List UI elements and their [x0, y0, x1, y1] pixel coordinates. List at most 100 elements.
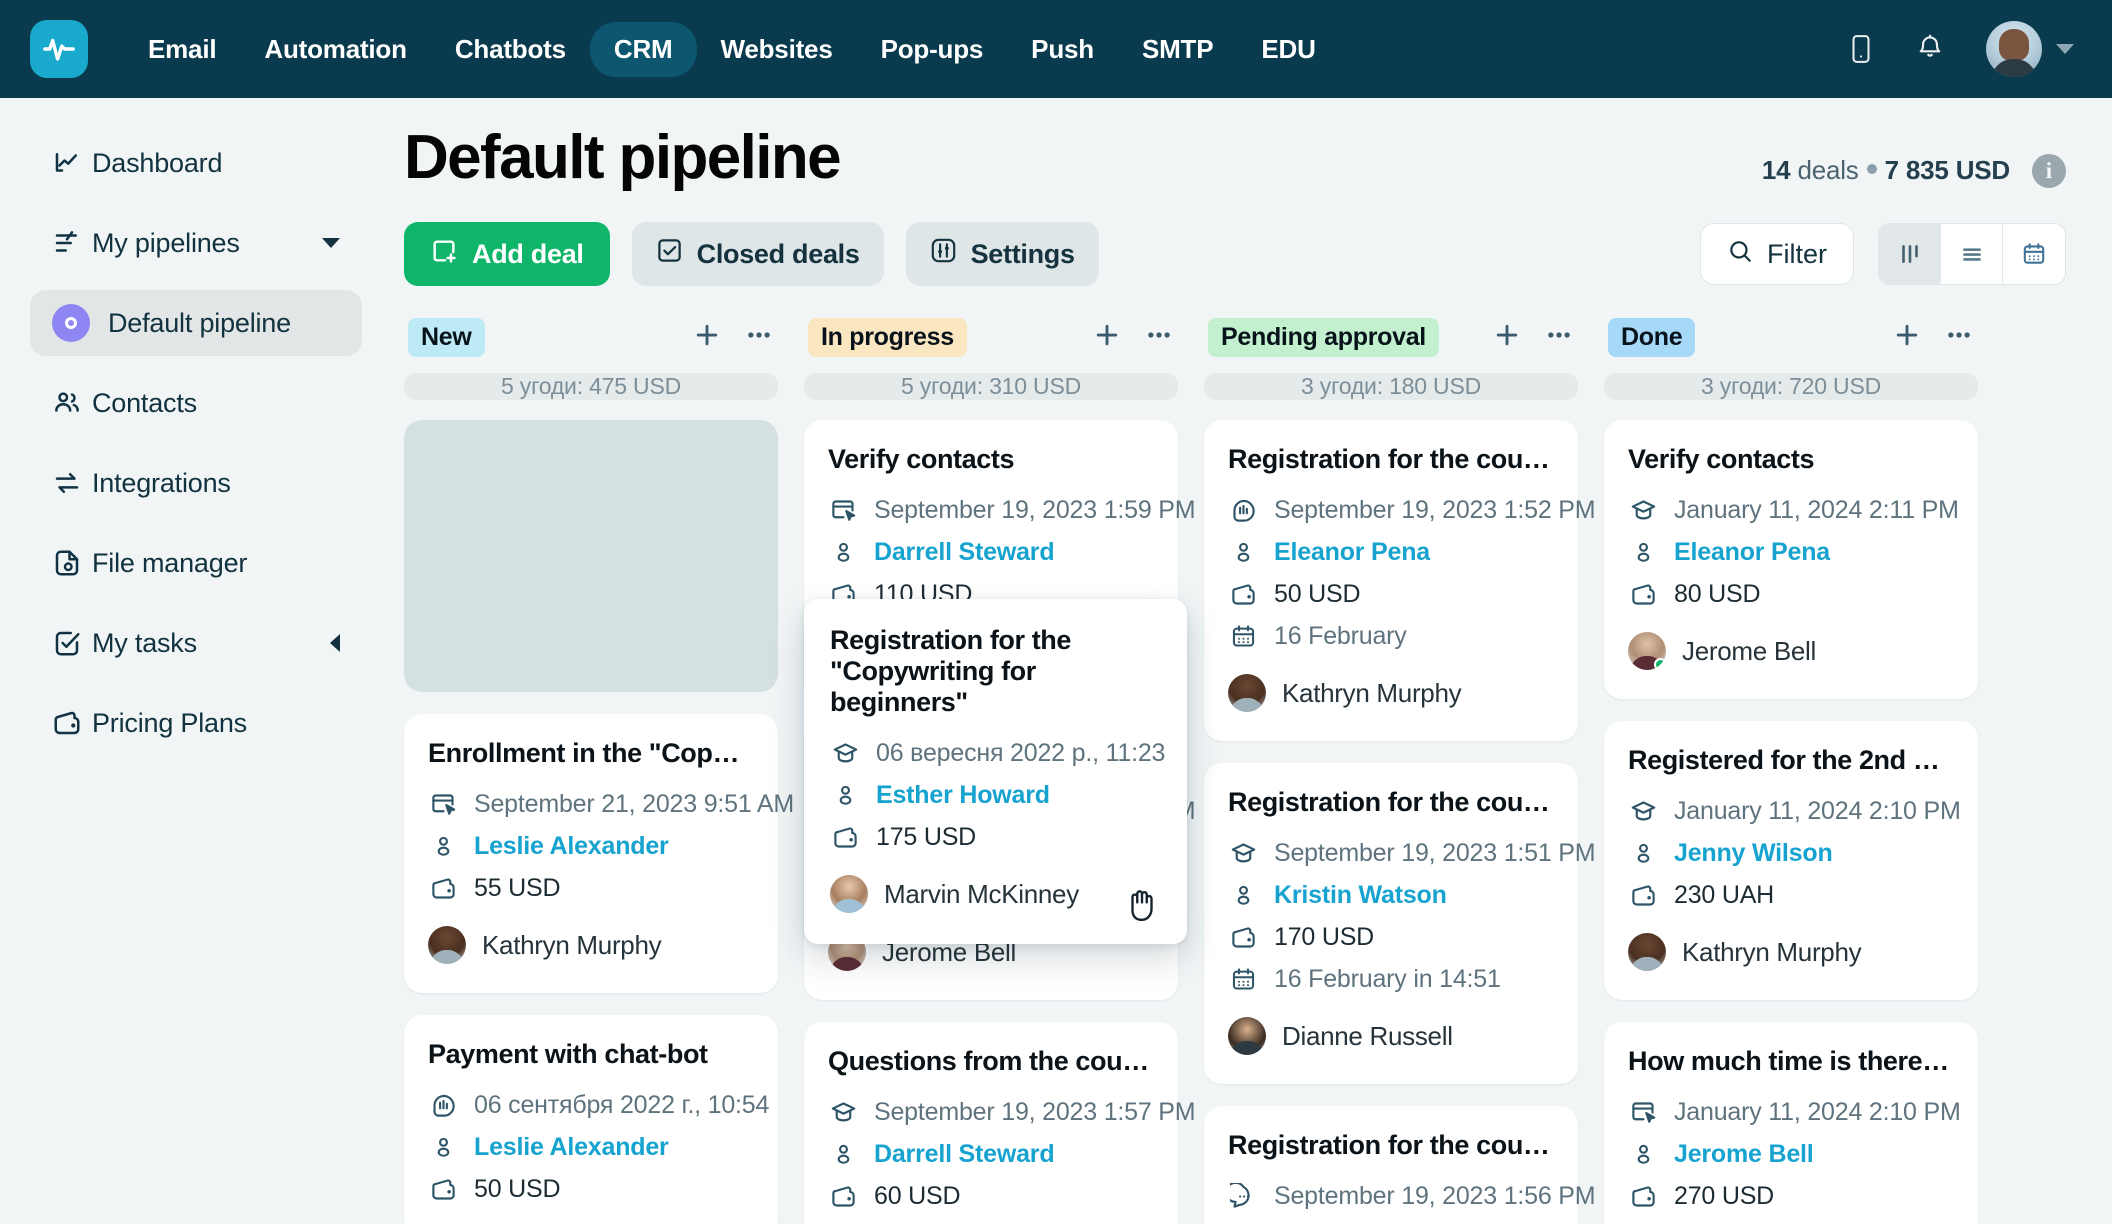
- column-name-badge[interactable]: In progress: [808, 318, 967, 358]
- deal-card[interactable]: Enrollment in the "Copywri… September 21,…: [404, 714, 794, 994]
- file-manager-icon: [52, 548, 92, 578]
- deal-card[interactable]: Registration for the course September 19,…: [1204, 1106, 1596, 1224]
- mobile-phone-icon[interactable]: [1848, 34, 1874, 64]
- nav-item-edu[interactable]: EDU: [1237, 22, 1339, 77]
- sidebar-item-dashboard[interactable]: Dashboard: [30, 130, 362, 196]
- deal-card[interactable]: Payment with chat-bot 06 сентября 2022 г.…: [404, 1015, 778, 1224]
- sidebar-item-my-pipelines[interactable]: My pipelines: [30, 210, 362, 276]
- nav-item-push[interactable]: Push: [1007, 22, 1118, 77]
- plus-icon[interactable]: [1492, 320, 1522, 355]
- nav-item-websites[interactable]: Websites: [697, 22, 857, 77]
- column-name-badge[interactable]: Pending approval: [1208, 318, 1439, 358]
- sidebar-item-label: Dashboard: [92, 147, 223, 178]
- deals-amount: 7 835 USD: [1884, 154, 2011, 185]
- card-date: September 19, 2023 1:59 PM: [874, 495, 1196, 524]
- card-contact-row[interactable]: Kristin Watson: [1228, 874, 1554, 916]
- sidebar-item-file-manager[interactable]: File manager: [30, 530, 362, 596]
- card-contact-row[interactable]: Jerome Bell: [1628, 1133, 1954, 1175]
- nav-item-chatbots[interactable]: Chatbots: [431, 22, 590, 77]
- avatar[interactable]: [1986, 21, 2042, 77]
- card-amount: 270 USD: [1674, 1181, 1775, 1210]
- online-status-dot: [1654, 658, 1666, 671]
- card-contact[interactable]: Eleanor Pena: [1674, 538, 1830, 567]
- card-contact-row[interactable]: Darrell Steward: [828, 531, 1154, 573]
- more-horizontal-icon[interactable]: [1544, 320, 1574, 355]
- deal-card[interactable]: Questions from the course September 19, 2…: [804, 1022, 1196, 1224]
- account-menu[interactable]: [1986, 21, 2074, 77]
- chevron-down-icon[interactable]: [322, 238, 340, 248]
- card-contact[interactable]: Jerome Bell: [1674, 1140, 1814, 1169]
- sidebar-item-my-tasks[interactable]: My tasks: [30, 610, 362, 676]
- card-contact-row[interactable]: Eleanor Pena: [1628, 531, 1954, 573]
- card-contact-row[interactable]: Eleanor Pena: [1228, 531, 1554, 573]
- card-date-row: January 11, 2024 2:10 PM: [1628, 1091, 1961, 1133]
- person-icon: [1228, 540, 1258, 565]
- integrations-icon: [52, 468, 92, 498]
- card-title: Registration for the "Copywriting for be…: [830, 625, 1072, 717]
- list-view-icon[interactable]: [1941, 224, 2003, 285]
- calendar-icon: [1228, 966, 1258, 993]
- card-title: Registration for the course: [1228, 1130, 1554, 1161]
- nav-item-pop-ups[interactable]: Pop-ups: [857, 22, 1008, 77]
- column-card-list: Verify contacts January 11, 2024 2:11 PM E…: [1604, 420, 1978, 1224]
- card-contact[interactable]: Darrell Steward: [874, 1140, 1055, 1169]
- deal-card[interactable]: Registration for the course September 19,…: [1204, 420, 1596, 742]
- card-date-row: September 19, 2023 1:57 PM: [828, 1091, 1196, 1133]
- more-horizontal-icon[interactable]: [744, 320, 774, 355]
- card-date-row: 06 вересня 2022 р., 11:23: [830, 732, 1165, 774]
- deal-card[interactable]: How much time is there to c… January 11, …: [1604, 1022, 1978, 1224]
- settings-button[interactable]: Settings: [905, 222, 1099, 287]
- card-contact[interactable]: Esther Howard: [876, 781, 1050, 810]
- sidebar-item-contacts[interactable]: Contacts: [30, 370, 362, 436]
- person-icon: [1628, 540, 1658, 565]
- more-horizontal-icon[interactable]: [1944, 320, 1974, 355]
- column-name-badge[interactable]: New: [408, 318, 485, 358]
- deal-card[interactable]: Verify contacts January 11, 2024 2:11 PM E…: [1604, 420, 1978, 700]
- info-icon[interactable]: i: [2032, 154, 2066, 188]
- card-contact-row[interactable]: Jenny Wilson: [1628, 832, 1954, 874]
- more-horizontal-icon[interactable]: [1144, 320, 1174, 355]
- app-logo-icon[interactable]: [30, 20, 88, 78]
- sidebar-item-default-pipeline[interactable]: Default pipeline: [30, 290, 362, 356]
- plus-icon[interactable]: [692, 320, 722, 355]
- notification-bell-icon[interactable]: [1916, 34, 1944, 64]
- nav-item-email[interactable]: Email: [124, 22, 240, 77]
- deal-card[interactable]: Registered for the 2nd sess… January 11, …: [1604, 721, 1978, 1001]
- nav-item-crm[interactable]: CRM: [589, 21, 697, 77]
- add-deal-button[interactable]: Add deal: [404, 222, 610, 287]
- sidebar-item-pricing-plans[interactable]: Pricing Plans: [30, 690, 362, 756]
- card-contact[interactable]: Leslie Alexander: [474, 1133, 669, 1162]
- dragged-deal-card[interactable]: Registration for the "Copywriting for be…: [804, 599, 1187, 944]
- chevron-down-icon[interactable]: [2056, 44, 2074, 54]
- card-contact-row[interactable]: Leslie Alexander: [428, 825, 754, 867]
- grabbing-hand-cursor: [1123, 883, 1161, 930]
- owner-avatar: [1628, 632, 1666, 671]
- chevron-left-icon[interactable]: [330, 634, 340, 652]
- card-contact[interactable]: Jenny Wilson: [1674, 839, 1833, 868]
- closed-deals-button[interactable]: Closed deals: [631, 222, 884, 287]
- card-contact[interactable]: Eleanor Pena: [1274, 538, 1430, 567]
- card-date-row: September 21, 2023 9:51 AM: [428, 783, 794, 825]
- card-owner-row: Dianne Russell: [1228, 1014, 1554, 1058]
- nav-item-smtp[interactable]: SMTP: [1118, 22, 1237, 77]
- plus-icon[interactable]: [1892, 320, 1922, 355]
- card-contact-row[interactable]: Jenny Wilson: [1228, 1217, 1554, 1224]
- card-contact-row[interactable]: Leslie Alexander: [428, 1126, 754, 1168]
- nav-item-automation[interactable]: Automation: [240, 22, 430, 77]
- column-name-badge[interactable]: Done: [1608, 318, 1696, 358]
- card-contact[interactable]: Kristin Watson: [1274, 881, 1447, 910]
- calendar-view-icon[interactable]: [2003, 224, 2065, 284]
- sidebar-item-integrations[interactable]: Integrations: [30, 450, 362, 516]
- deal-card[interactable]: Registration for the course September 19,…: [1204, 763, 1596, 1085]
- card-contact-row[interactable]: Esther Howard: [830, 774, 1161, 816]
- filter-button[interactable]: Filter: [1700, 223, 1854, 286]
- kanban-view-icon[interactable]: [1879, 224, 1941, 285]
- column-actions: [1892, 320, 1974, 355]
- card-contact[interactable]: Leslie Alexander: [474, 832, 669, 861]
- plus-icon[interactable]: [1092, 320, 1122, 355]
- owner-avatar: [1628, 933, 1666, 972]
- card-contact-row[interactable]: Darrell Steward: [828, 1133, 1154, 1175]
- card-contact[interactable]: Darrell Steward: [874, 538, 1055, 567]
- graduation-cap-icon: [1628, 497, 1658, 524]
- card-owner: Dianne Russell: [1282, 1020, 1453, 1051]
